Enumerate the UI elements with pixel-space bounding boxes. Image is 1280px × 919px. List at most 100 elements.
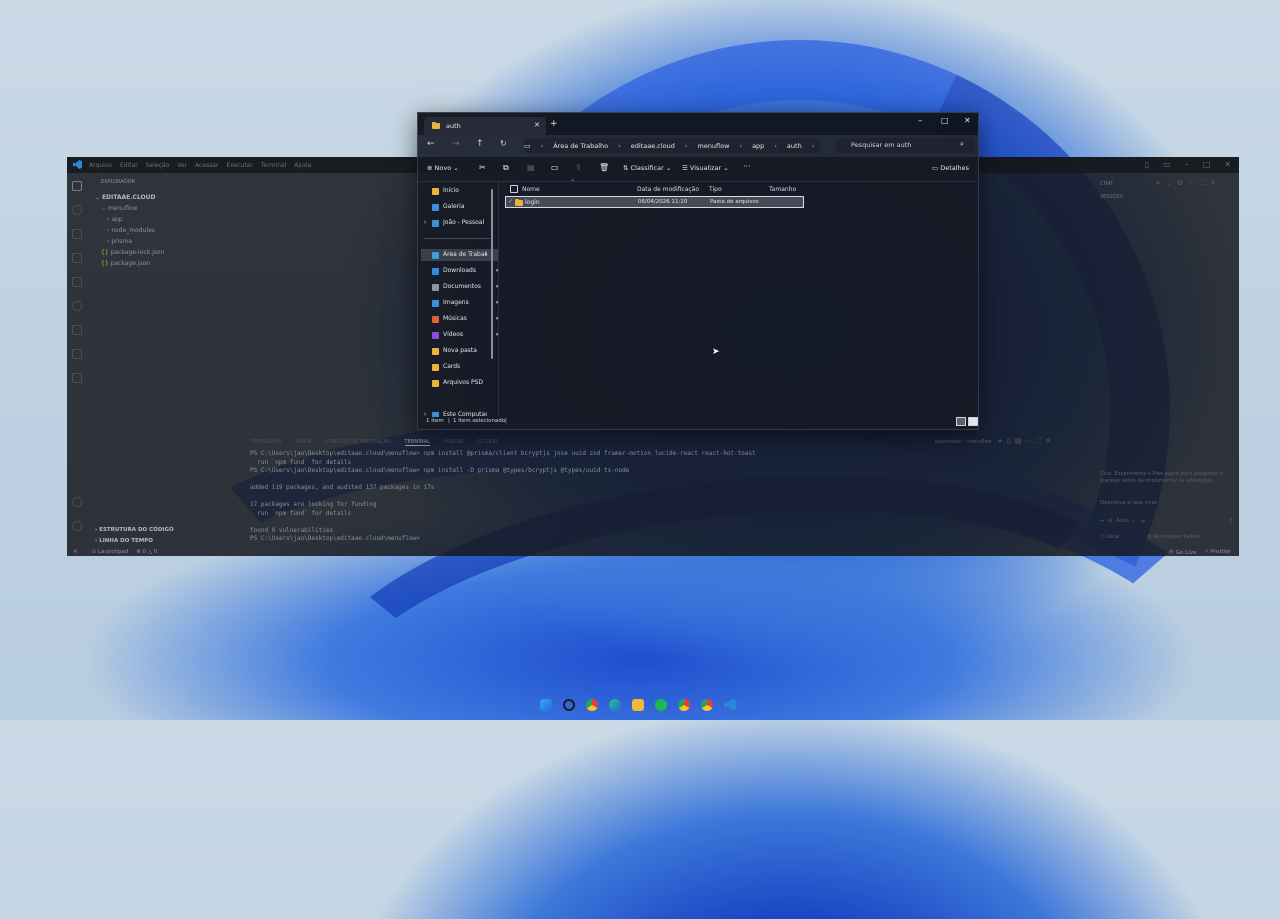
search-icon[interactable]: [563, 699, 575, 711]
chat-approvals[interactable]: ◔ Aprovações Padrão: [1147, 534, 1201, 540]
tree-root[interactable]: ⌄ EDITAAE.CLOUD: [89, 192, 237, 203]
column-header-name[interactable]: Nome: [522, 186, 540, 193]
nav-item[interactable]: Arquivos PSD: [432, 377, 496, 389]
tree-file[interactable]: {} package.json: [89, 258, 237, 269]
chevron-down-icon[interactable]: ⌄: [1166, 179, 1177, 187]
edge-icon[interactable]: [609, 699, 621, 711]
settings-gear-icon[interactable]: [72, 521, 82, 531]
menu-executar[interactable]: Executar: [226, 162, 252, 169]
nav-item[interactable]: Imagens ✦: [432, 297, 498, 309]
menu-ajuda[interactable]: Ajuda: [294, 162, 311, 169]
close-icon[interactable]: ✕: [1224, 160, 1231, 169]
rename-icon[interactable]: ▭: [551, 163, 559, 172]
select-all-checkbox[interactable]: [510, 185, 518, 193]
search-input[interactable]: Pesquisar em auth ⌕: [836, 138, 974, 153]
tree-file[interactable]: {} package-lock.json: [89, 247, 237, 258]
tree-folder[interactable]: › app: [89, 214, 237, 225]
menu-selecao[interactable]: Seleção: [146, 162, 170, 169]
new-button[interactable]: ⊕ Novo ⌄: [427, 164, 459, 172]
view-button[interactable]: ☰ Visualizar ⌄: [682, 164, 729, 172]
tab-ports[interactable]: PORTAS: [444, 439, 463, 446]
nav-item[interactable]: Documentos ✦: [432, 281, 498, 293]
breadcrumb-item[interactable]: editaae.cloud: [631, 142, 675, 150]
chat-mode[interactable]: + ⊘ Auto ⌄ ⚌: [1100, 518, 1146, 524]
copy-icon[interactable]: ⧉: [503, 163, 509, 173]
chrome-profile-icon[interactable]: [678, 699, 690, 711]
back-icon[interactable]: ←: [427, 139, 435, 149]
spotify-icon[interactable]: [655, 699, 667, 711]
new-terminal-icon[interactable]: +: [997, 437, 1007, 445]
column-header-date[interactable]: Data de modificação: [637, 186, 699, 193]
close-tab-icon[interactable]: ✕: [534, 121, 540, 129]
problems-status[interactable]: ⊗ 0 △ 0: [136, 549, 157, 555]
close-panel-icon[interactable]: ✕: [1045, 437, 1055, 445]
more-icon[interactable]: ⋯: [1188, 179, 1200, 187]
tree-folder[interactable]: › node_modules: [89, 225, 237, 236]
column-header-type[interactable]: Tipo: [709, 186, 722, 193]
chat-local[interactable]: ▭ Local: [1100, 534, 1119, 540]
breadcrumb-item[interactable]: menuflow: [697, 142, 729, 150]
up-icon[interactable]: ↑: [476, 139, 484, 149]
terminal-name[interactable]: powershell - menuflow: [935, 439, 992, 445]
source-control-icon[interactable]: [72, 229, 82, 239]
nav-item[interactable]: Cards: [432, 361, 496, 373]
nav-item[interactable]: Nova pasta: [432, 345, 496, 357]
tab-problems[interactable]: PROBLEMAS: [251, 439, 282, 446]
remote-status-icon[interactable]: ✕: [73, 549, 78, 555]
chat-input[interactable]: Descreva o que criar: [1100, 500, 1157, 506]
forward-icon[interactable]: →: [452, 139, 460, 149]
launchpad-status[interactable]: ⊙ Launchpad: [92, 549, 129, 555]
settings-gear-icon[interactable]: ⚙: [1177, 179, 1188, 187]
tab-debug-console[interactable]: CONSOLE DE DEPURAÇÃO: [325, 439, 390, 446]
start-icon[interactable]: [540, 699, 552, 711]
chrome-profile-icon[interactable]: [701, 699, 713, 711]
maximize-icon[interactable]: □: [941, 116, 949, 125]
nav-item[interactable]: Vídeos ✦: [432, 329, 498, 341]
delete-icon[interactable]: 🗑: [599, 163, 609, 172]
tab-output[interactable]: SAÍDA: [296, 439, 311, 446]
file-explorer-icon[interactable]: [632, 699, 644, 711]
extensions-icon[interactable]: [72, 277, 82, 287]
menu-arquivo[interactable]: Arquivo: [89, 162, 112, 169]
prettier-status[interactable]: ✓ Prettier: [1204, 549, 1231, 555]
outline-section[interactable]: › ESTRUTURA DO CÓDIGO: [95, 525, 174, 536]
close-icon[interactable]: ✕: [964, 116, 971, 125]
nav-item[interactable]: › João - Pessoal: [424, 217, 496, 229]
nav-scrollbar[interactable]: [491, 189, 493, 359]
sort-button[interactable]: ⇅ Classificar ⌄: [623, 164, 671, 172]
menu-terminal[interactable]: Terminal: [261, 162, 286, 169]
more-options-button[interactable]: ···: [743, 162, 751, 171]
tree-folder[interactable]: ⌄ menuflow: [89, 203, 237, 214]
file-row[interactable]: ✓ login 06/04/2026 11:10 Pasta de arquiv…: [505, 196, 804, 208]
explorer-tab[interactable]: auth ✕: [424, 117, 546, 135]
trash-icon[interactable]: ▤: [1015, 437, 1026, 445]
account-icon[interactable]: [72, 497, 82, 507]
nav-item[interactable]: Galeria: [432, 201, 496, 213]
share-icon[interactable]: ⇪: [575, 163, 582, 172]
breadcrumb-item[interactable]: app: [752, 142, 764, 150]
gitlens-icon[interactable]: [72, 325, 82, 335]
breadcrumb-item[interactable]: Área de Trabalho: [553, 142, 608, 150]
breadcrumb[interactable]: ▭ › Área de Trabalho › editaae.cloud › m…: [524, 138, 820, 153]
timeline-section[interactable]: › LINHA DO TEMPO: [95, 536, 153, 547]
explorer-icon[interactable]: [72, 181, 82, 191]
maximize-icon[interactable]: □: [1203, 160, 1211, 169]
checkbox-checked-icon[interactable]: ✓: [508, 198, 513, 205]
tab-terminal[interactable]: TERMINAL: [404, 439, 430, 446]
go-live-status[interactable]: ⦿ Go Live: [1169, 548, 1197, 556]
tab-gitlens[interactable]: GITLENS: [477, 439, 498, 446]
search-icon[interactable]: [72, 205, 82, 215]
new-chat-icon[interactable]: +: [1155, 179, 1166, 187]
maximize-icon[interactable]: ⛶: [1200, 179, 1210, 187]
nav-item[interactable]: Área de Trabalho✦: [421, 249, 498, 261]
more-icon[interactable]: ⋯: [1025, 437, 1036, 445]
minimize-icon[interactable]: –: [918, 116, 923, 126]
remote-icon[interactable]: [72, 301, 82, 311]
terminal-output[interactable]: PS C:\Users\jao\Desktop\editaae.cloud\me…: [250, 450, 930, 544]
nav-item[interactable]: Início: [432, 185, 496, 197]
column-header-size[interactable]: Tamanho: [769, 186, 796, 193]
breadcrumb-item[interactable]: auth: [787, 142, 802, 150]
split-terminal-icon[interactable]: ▯: [1007, 437, 1015, 445]
nav-item[interactable]: Downloads ✦: [432, 265, 498, 277]
cut-icon[interactable]: ✂: [479, 163, 486, 172]
